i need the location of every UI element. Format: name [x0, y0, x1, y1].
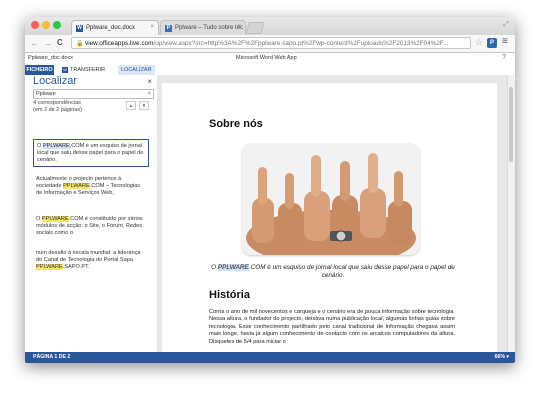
new-tab-button[interactable]	[245, 22, 265, 34]
zoom-window-button[interactable]	[53, 21, 61, 29]
help-icon[interactable]: ?	[502, 54, 506, 61]
find-pane-title: Localizar	[33, 75, 78, 87]
historia-paragraph: Corria o ano de mil novecentos e carquej…	[209, 309, 455, 345]
close-tab-icon[interactable]: ×	[237, 24, 241, 30]
word-icon: W	[62, 67, 68, 73]
ribbon: FICHEIRO W TRANSFERIR LOCALIZAR	[25, 65, 515, 75]
heading-historia: História	[209, 289, 250, 301]
minimize-window-button[interactable]	[42, 21, 50, 29]
scrollbar-thumb[interactable]	[509, 87, 513, 162]
url-path: /op/view.aspx?src=http%3A%2F%2Fpplware.s…	[153, 40, 449, 47]
tab-strip: W Pplware_doc.docx × P Pplware – Tudo so…	[25, 17, 515, 35]
forward-button[interactable]: →	[43, 38, 52, 48]
photo-caption: O PPLWARE.COM é um esquiso de jornal loc…	[208, 264, 458, 280]
caption-text: O	[211, 264, 218, 271]
browser-toolbar: ← → C 🔒 view.officeapps.live.com/op/view…	[25, 35, 515, 53]
word-favicon-icon: W	[76, 24, 83, 32]
result-text: .SAPO.PT.	[62, 263, 90, 270]
close-tab-icon[interactable]: ×	[150, 24, 154, 30]
previous-match-button[interactable]: ▲	[126, 101, 136, 110]
address-bar[interactable]: 🔒 view.officeapps.live.com/op/view.aspx?…	[71, 37, 471, 49]
bookmark-star-icon[interactable]: ☆	[475, 37, 483, 48]
heading-sobre-nos: Sobre nós	[209, 118, 263, 130]
caption-text: .COM é um esquiso de jornal local que sa…	[248, 264, 455, 279]
tab-pplware[interactable]: P Pplware – Tudo sobre tec ×	[160, 20, 246, 35]
search-result-item[interactable]: Actualmente o projecto pertence à socied…	[33, 173, 146, 199]
app-header: Pplware_doc.docx Microsoft Word Web App …	[25, 53, 515, 65]
status-bar: PÁGINA 1 DE 2 66% ▾	[25, 352, 515, 363]
lock-icon: 🔒	[76, 41, 84, 47]
result-match: PPLWARE	[36, 263, 63, 270]
tab-label: Pplware_doc.docx	[86, 25, 136, 31]
url-host: view.officeapps.live.com	[85, 40, 154, 47]
tab-docx[interactable]: W Pplware_doc.docx ×	[71, 20, 159, 35]
app-name: Microsoft Word Web App	[236, 55, 297, 61]
match-navigation: ▲ ▼	[126, 101, 149, 110]
document-viewer[interactable]: Sobre nós O PPLWARE.COM é um esquiso de …	[157, 75, 515, 352]
page-indicator: PÁGINA 1 DE 2	[33, 354, 71, 360]
next-match-button[interactable]: ▼	[139, 101, 149, 110]
browser-menu-icon[interactable]: ≡	[502, 36, 508, 47]
zoom-dropdown[interactable]: 66% ▾	[495, 352, 509, 363]
result-match: PPLWARE	[42, 143, 70, 149]
result-match: PPLWARE	[63, 182, 90, 189]
fullscreen-icon[interactable]: ⤢	[503, 21, 509, 29]
browser-window: W Pplware_doc.docx × P Pplware – Tudo so…	[25, 17, 515, 363]
window-controls	[31, 21, 61, 29]
find-tab[interactable]: LOCALIZAR	[118, 65, 155, 75]
file-tab[interactable]: FICHEIRO	[25, 65, 54, 75]
reload-button[interactable]: C	[57, 38, 63, 48]
result-text: num desafio à escala mundial: a lideranç…	[36, 250, 141, 263]
close-find-pane-icon[interactable]: ×	[147, 77, 152, 86]
match-pages-line: (em 2 de 2 páginas)	[33, 107, 82, 113]
close-window-button[interactable]	[31, 21, 39, 29]
download-label: TRANSFERIR	[70, 67, 106, 73]
match-count: 4 correspondências (em 2 de 2 páginas)	[33, 100, 82, 114]
document-scrollbar[interactable]	[507, 75, 515, 352]
pplware-favicon-icon: P	[165, 24, 172, 32]
document-name: Pplware_doc.docx	[28, 55, 73, 61]
match-count-line: 4 correspondências	[33, 100, 82, 106]
thumbs-up-photo	[242, 143, 420, 255]
extension-icon[interactable]: P	[487, 38, 497, 48]
search-result-item[interactable]: num desafio à escala mundial: a lideranç…	[33, 247, 146, 273]
find-query: Pplware	[36, 91, 56, 97]
back-button[interactable]: ←	[30, 38, 39, 48]
document-page: Sobre nós O PPLWARE.COM é um esquiso de …	[162, 83, 497, 352]
search-result-item[interactable]: O PPLWARE.COM é constituído por vários m…	[33, 213, 146, 239]
tab-label: Pplware – Tudo sobre tec	[175, 25, 244, 31]
caption-match: PPLWARE	[217, 264, 249, 271]
search-result-item[interactable]: O PPLWARE.COM é um esquiso de jornal loc…	[33, 139, 149, 168]
clear-search-icon[interactable]: ×	[148, 90, 151, 98]
find-search-input[interactable]: Pplware ×	[33, 89, 154, 99]
find-pane: Localizar × Pplware × 4 correspondências…	[25, 75, 157, 352]
result-match: PPLWARE	[41, 216, 69, 222]
download-button[interactable]: W TRANSFERIR	[62, 65, 105, 75]
